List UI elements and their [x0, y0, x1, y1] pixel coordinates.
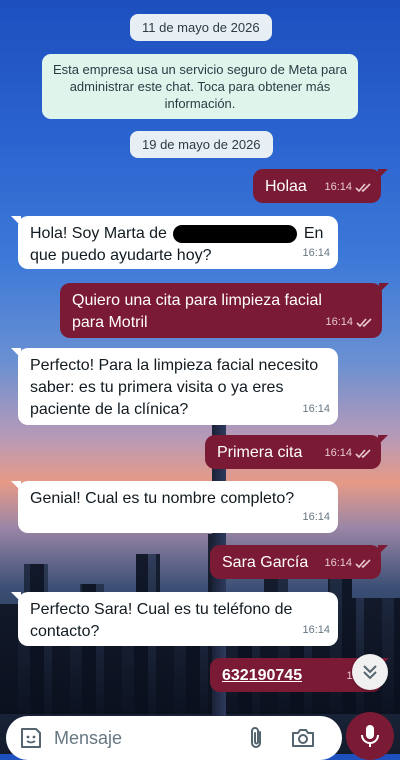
message-input[interactable] [52, 726, 236, 750]
phone-link[interactable]: 632190745 [222, 667, 302, 684]
encryption-notice[interactable]: Esta empresa usa un servicio seguro de M… [42, 54, 358, 119]
message-time: 16:14 [302, 624, 330, 636]
camera-button[interactable] [290, 726, 316, 750]
date-divider: 19 de mayo de 2026 [130, 131, 273, 158]
message-incoming[interactable]: Hola! Soy Marta de En que puedo ayudarte… [11, 216, 338, 269]
message-text: Perfecto! Para la limpieza facial necesi… [30, 357, 319, 418]
microphone-icon [361, 725, 379, 747]
message-time: 16:14 [302, 247, 330, 259]
message-text: Hola! Soy Marta de [30, 225, 167, 242]
message-outgoing[interactable]: Sara García 16:14 [210, 545, 388, 579]
message-composer [6, 716, 342, 760]
message-outgoing[interactable]: Holaa 16:14 [253, 169, 388, 203]
message-incoming[interactable]: Perfecto Sara! Cual es tu teléfono de co… [11, 592, 338, 646]
message-text: Perfecto Sara! Cual es tu teléfono de co… [30, 601, 293, 640]
message-text: Primera cita [217, 444, 303, 461]
message-time: 16:14 [302, 403, 330, 415]
date-divider: 11 de mayo de 2026 [130, 14, 272, 41]
message-outgoing[interactable]: Primera cita 16:14 [205, 435, 388, 469]
double-check-icon [355, 182, 371, 192]
message-time: 16:14 [324, 181, 352, 193]
message-text: Quiero una cita para limpieza facial par… [72, 292, 322, 331]
message-time: 16:14 [324, 557, 352, 569]
redacted-name [173, 224, 298, 243]
camera-icon [292, 729, 314, 747]
voice-record-button[interactable] [346, 712, 394, 760]
message-incoming[interactable]: Perfecto! Para la limpieza facial necesi… [11, 348, 338, 425]
sticker-icon [21, 728, 41, 748]
attach-button[interactable] [244, 725, 268, 751]
double-check-icon [356, 317, 372, 327]
message-incoming[interactable]: Genial! Cual es tu nombre completo? 16:1… [11, 481, 338, 533]
message-text: Holaa [265, 178, 307, 195]
sticker-button[interactable] [18, 725, 44, 751]
message-text: Sara García [222, 554, 309, 571]
message-time: 16:14 [325, 316, 353, 328]
chevron-double-down-icon [363, 665, 377, 680]
message-time: 16:14 [302, 511, 330, 523]
double-check-icon [355, 558, 371, 568]
scroll-to-bottom-button[interactable] [352, 654, 388, 690]
message-time: 16:14 [324, 447, 352, 459]
message-outgoing[interactable]: Quiero una cita para limpieza facial par… [60, 283, 389, 338]
message-text: Genial! Cual es tu nombre completo? [30, 490, 295, 507]
paperclip-icon [251, 727, 261, 748]
double-check-icon [355, 448, 371, 458]
chat-area[interactable]: 11 de mayo de 2026 Esta empresa usa un s… [0, 0, 400, 754]
